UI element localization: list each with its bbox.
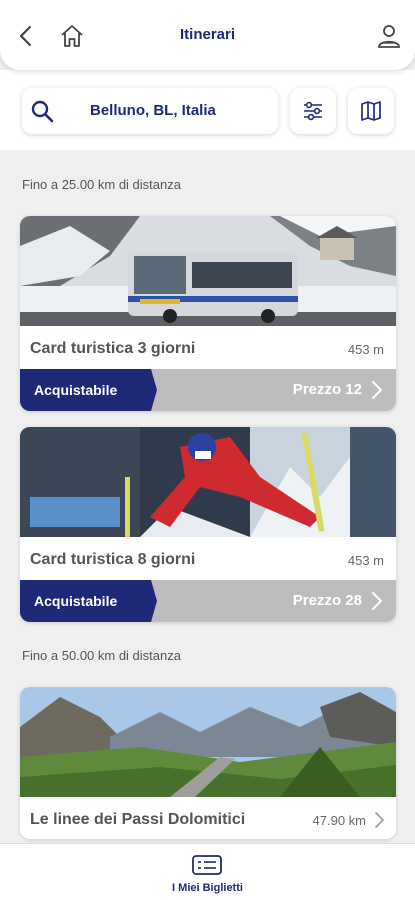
purchase-bar[interactable]: Acquistabile Prezzo 12 — [20, 369, 396, 411]
distance-section-label: Fino a 25.00 km di distanza — [22, 177, 181, 192]
sliders-icon — [304, 101, 322, 121]
ticket-card[interactable]: Card turistica 8 giorni 453 m Acquistabi… — [20, 427, 396, 622]
card-distance: 47.90 km — [312, 813, 366, 828]
bottom-navigation: I Miei Biglietti — [0, 843, 415, 900]
location-value: Belluno, BL, Italia — [90, 102, 216, 119]
badge-tip — [147, 369, 157, 411]
page-title: Itinerari — [179, 26, 236, 43]
card-title: Card turistica 8 giorni — [30, 551, 196, 568]
search-icon — [30, 99, 54, 123]
filter-button[interactable] — [290, 88, 336, 134]
my-tickets-label[interactable]: I Miei Biglietti — [0, 882, 415, 894]
badge-tip — [147, 580, 157, 622]
purchasable-badge: Acquistabile — [20, 580, 148, 622]
price-label: Prezzo 12 — [292, 381, 362, 398]
distance-section-label: Fino a 50.00 km di distanza — [22, 648, 181, 663]
map-button[interactable] — [348, 88, 394, 134]
card-title: Card turistica 3 giorni — [30, 340, 196, 357]
chevron-right-icon — [370, 380, 384, 400]
ticket-icon[interactable] — [191, 854, 223, 876]
itinerary-card[interactable]: Le linee dei Passi Dolomitici 47.90 km — [20, 687, 396, 839]
location-search-field[interactable]: Belluno, BL, Italia — [22, 88, 278, 134]
chevron-right-icon — [372, 811, 386, 829]
ticket-card[interactable]: Card turistica 3 giorni 453 m Acquistabi… — [20, 216, 396, 411]
card-image-bus-snow — [20, 216, 396, 326]
chevron-right-icon — [370, 591, 384, 611]
card-title: Le linee dei Passi Dolomitici — [30, 811, 246, 828]
card-distance: 453 m — [347, 553, 384, 568]
price-label: Prezzo 28 — [292, 592, 362, 609]
map-icon — [361, 101, 381, 121]
card-image-dolomites — [20, 687, 396, 797]
purchase-bar[interactable]: Acquistabile Prezzo 28 — [20, 580, 396, 622]
purchasable-badge: Acquistabile — [20, 369, 148, 411]
card-image-skier — [20, 427, 396, 537]
user-profile-icon[interactable] — [375, 22, 403, 50]
card-distance: 453 m — [347, 342, 384, 357]
top-app-bar: Itinerari — [0, 0, 415, 70]
